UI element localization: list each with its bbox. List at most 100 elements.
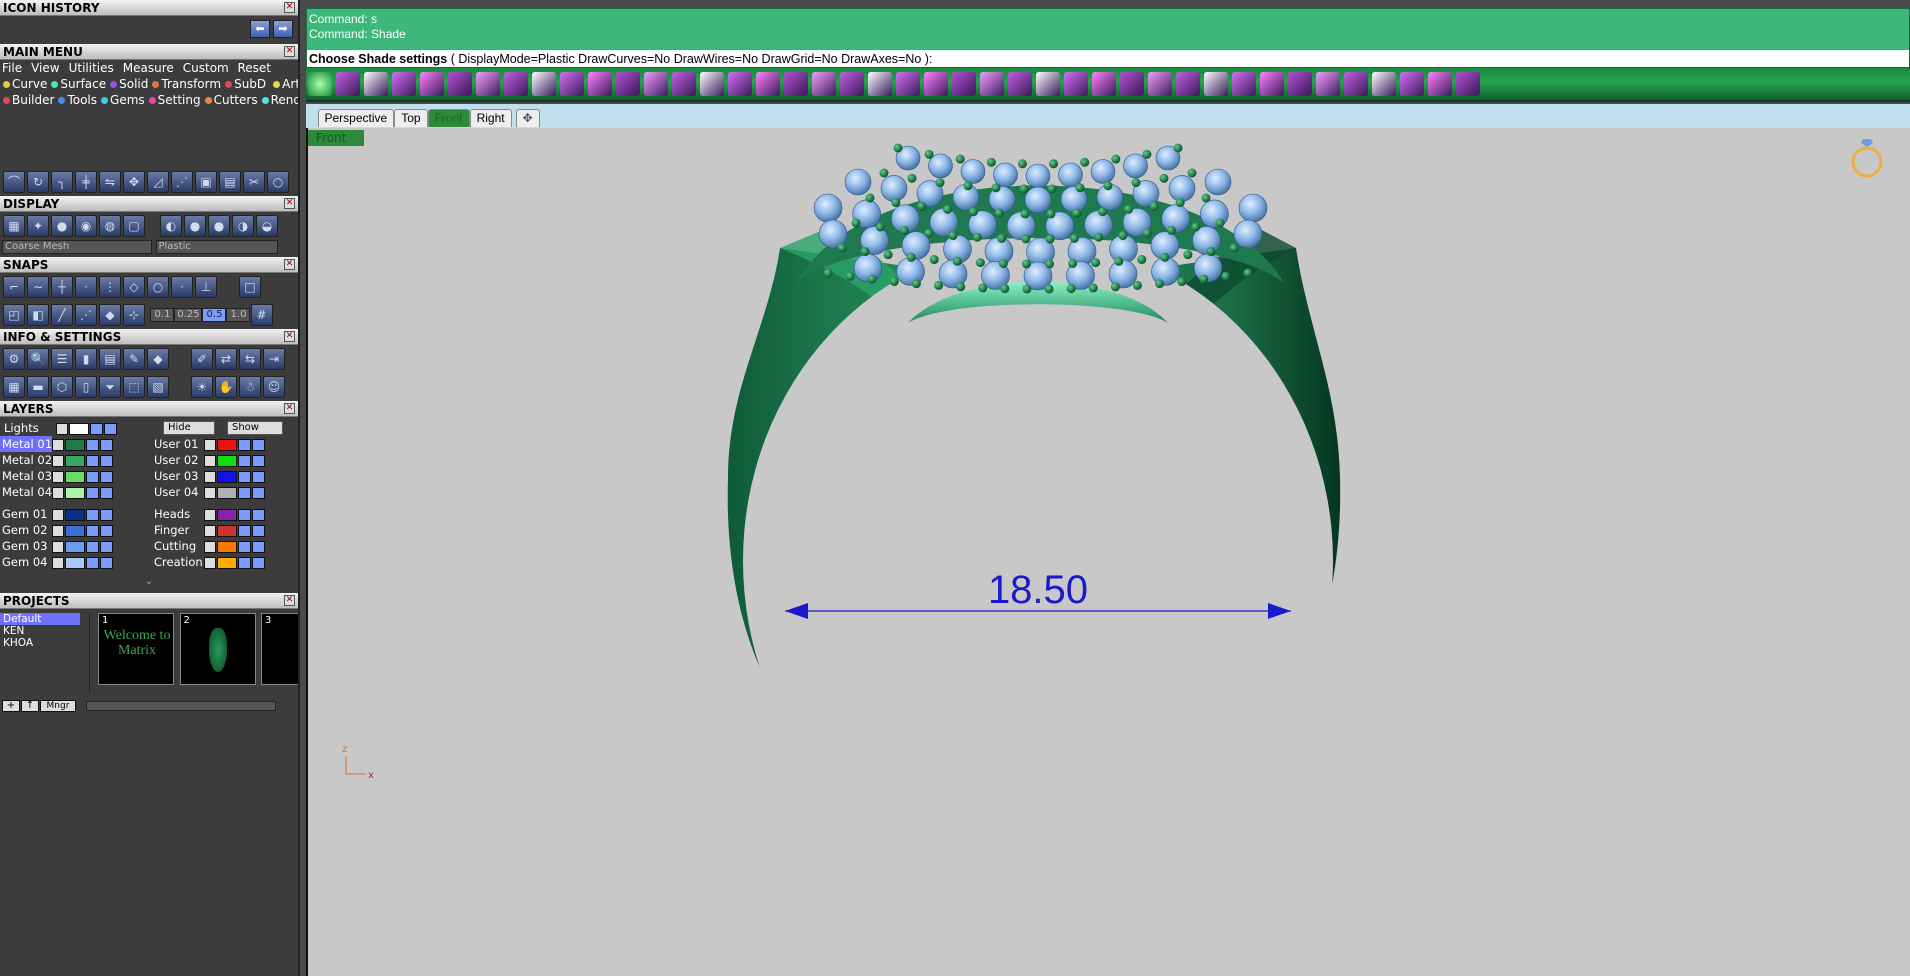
toolbar-tool-15-icon[interactable] (700, 72, 724, 96)
layer-row[interactable]: User 03 (150, 468, 300, 484)
layer-lock[interactable] (238, 556, 251, 569)
back-arrow-icon[interactable]: ⬅ (250, 20, 270, 38)
snap-planar-icon[interactable]: ◰ (3, 304, 25, 326)
menu-surface[interactable]: Surface (60, 77, 106, 91)
command-prompt[interactable]: Choose Shade settings ( DisplayMode=Plas… (307, 49, 1909, 67)
layer-name[interactable]: Gem 04 (0, 554, 52, 570)
layer-color-swatch[interactable] (217, 486, 237, 499)
menu-reset[interactable]: Reset (237, 60, 271, 76)
layer-arrow[interactable] (52, 486, 64, 499)
select-icon[interactable]: ⬚ (123, 376, 145, 398)
snap-value-4[interactable]: 1.0 (225, 308, 250, 322)
snap-value-2[interactable]: 0.25 (173, 308, 202, 322)
layers-expand-icon[interactable]: ⌄ (0, 576, 298, 587)
mirror-tool-icon[interactable]: ⇋ (99, 171, 121, 193)
layer-visibility[interactable] (252, 470, 265, 483)
project-thumb[interactable]: 2 (179, 613, 256, 685)
lights-arrow[interactable] (56, 422, 68, 435)
layer-row[interactable]: User 01 (150, 436, 300, 452)
toolbar-tool-32-icon[interactable] (1176, 72, 1200, 96)
menu-solid[interactable]: Solid (119, 77, 148, 91)
toolbar-tool-14-icon[interactable] (672, 72, 696, 96)
toolbar-tool-18-icon[interactable] (784, 72, 808, 96)
layer-visibility[interactable] (100, 486, 113, 499)
toolbar-tool-40-icon[interactable] (1400, 72, 1424, 96)
close-icon[interactable]: ✕ (284, 595, 295, 606)
layer-name[interactable]: Heads (150, 506, 204, 522)
toolbar-tool-25-icon[interactable] (980, 72, 1004, 96)
layer-name[interactable]: Metal 04 (0, 484, 52, 500)
zoom-icon[interactable]: 🔍 (27, 348, 49, 370)
toolbar-tool-42-icon[interactable] (1456, 72, 1480, 96)
layer-arrow[interactable] (204, 540, 216, 553)
layer-lock[interactable] (238, 470, 251, 483)
snap-diag-icon[interactable]: ⋰ (75, 304, 97, 326)
tab-perspective[interactable]: Perspective (317, 109, 395, 127)
split-tool-icon[interactable]: ╪ (75, 171, 97, 193)
layer-color-swatch[interactable] (217, 556, 237, 569)
viewport[interactable]: Front 18.50 z x (306, 128, 1910, 976)
layer-arrow[interactable] (204, 556, 216, 569)
layer-row[interactable]: Metal 03 (0, 468, 150, 484)
close-icon[interactable]: ✕ (284, 46, 295, 57)
layer-lock[interactable] (238, 508, 251, 521)
snap-curve-icon[interactable]: ∼ (27, 276, 49, 298)
iso-cube-icon[interactable]: ⬡ (51, 376, 73, 398)
toolbar-tool-37-icon[interactable] (1316, 72, 1340, 96)
card-icon[interactable]: ▧ (147, 376, 169, 398)
toolbar-tool-7-icon[interactable] (476, 72, 500, 96)
viewports-icon[interactable]: ▦ (3, 376, 25, 398)
tab-top[interactable]: Top (394, 109, 428, 127)
array-tool-icon[interactable]: ⋰ (171, 171, 193, 193)
sphere-2-icon[interactable]: ● (184, 215, 206, 237)
hide-button[interactable]: Hide (163, 421, 215, 435)
menu-cutters[interactable]: Cutters (214, 93, 258, 107)
layer-row[interactable]: Creation (150, 554, 300, 570)
lights-swatch[interactable] (69, 422, 89, 435)
toolbar-tool-26-icon[interactable] (1008, 72, 1032, 96)
filter-icon[interactable]: ⏷ (99, 376, 121, 398)
ungroup-tool-icon[interactable]: ▤ (219, 171, 241, 193)
layer-color-swatch[interactable] (65, 438, 85, 451)
menu-utilities[interactable]: Utilities (69, 61, 114, 75)
snap-gumball-icon[interactable]: ◆ (99, 304, 121, 326)
layer-color-swatch[interactable] (217, 438, 237, 451)
layer-name[interactable]: Metal 01 (0, 436, 52, 452)
toolbar-tool-39-icon[interactable] (1372, 72, 1396, 96)
layer-color-swatch[interactable] (217, 454, 237, 467)
toolbar-tool-16-icon[interactable] (728, 72, 752, 96)
toolbar-tool-2-icon[interactable] (336, 72, 360, 96)
layer-color-swatch[interactable] (65, 470, 85, 483)
sphere-3-icon[interactable]: ● (208, 215, 230, 237)
layer-color-swatch[interactable] (65, 486, 85, 499)
toolbar-tool-30-icon[interactable] (1120, 72, 1144, 96)
snap-center-icon[interactable]: ◇ (123, 276, 145, 298)
toolbar-tool-9-icon[interactable] (532, 72, 556, 96)
layer-lock[interactable] (86, 524, 99, 537)
toolbar-tool-35-icon[interactable] (1260, 72, 1284, 96)
layer-color-swatch[interactable] (65, 540, 85, 553)
plastic-mode-icon[interactable]: ◉ (75, 215, 97, 237)
layer-row[interactable]: Heads (150, 506, 300, 522)
layers-icon[interactable]: ☰ (51, 348, 73, 370)
screen-mode-icon[interactable]: ▢ (123, 215, 145, 237)
toolbar-tool-4-icon[interactable] (392, 72, 416, 96)
snap-quad-icon[interactable]: ⋮ (99, 276, 121, 298)
layer-name[interactable]: User 01 (150, 436, 204, 452)
toolbar-tool-41-icon[interactable] (1428, 72, 1452, 96)
layer-row[interactable]: Metal 04 (0, 484, 150, 500)
layer-arrow[interactable] (52, 470, 64, 483)
toolbar-tool-13-icon[interactable] (644, 72, 668, 96)
material-select[interactable]: Plastic (155, 240, 278, 254)
snap-end-icon[interactable]: ⌐ (3, 276, 25, 298)
toolbar-tool-31-icon[interactable] (1148, 72, 1172, 96)
toolbar-tool-6-icon[interactable] (448, 72, 472, 96)
grid-icon[interactable]: # (250, 304, 273, 326)
settings-icon[interactable]: ⚙ (3, 348, 25, 370)
layer-color-swatch[interactable] (65, 508, 85, 521)
layer-arrow[interactable] (52, 524, 64, 537)
toolbar-tool-10-icon[interactable] (560, 72, 584, 96)
toolbar-tool-5-icon[interactable] (420, 72, 444, 96)
layer-row[interactable]: Metal 01 (0, 436, 150, 452)
move-tool-icon[interactable]: ✥ (123, 171, 145, 193)
